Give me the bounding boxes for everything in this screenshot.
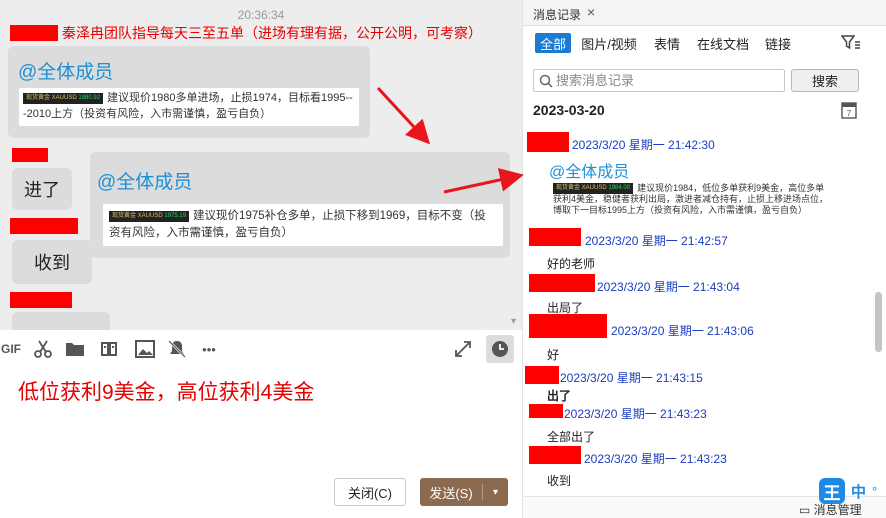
send-button[interactable]: 发送(S) ▾ <box>420 478 508 506</box>
redacted-sender-name <box>529 446 581 464</box>
ticker-price: 1980.92 <box>78 95 101 101</box>
message-input[interactable]: 低位获利9美金，高位获利4美金 <box>18 376 314 406</box>
history-search-field[interactable] <box>533 69 785 92</box>
redacted-sender-name <box>527 132 569 152</box>
history-scrollbar[interactable] <box>875 292 882 352</box>
history-entry-meta: 2023/3/20 星期一 21:43:15 <box>560 371 703 385</box>
search-button[interactable]: 搜索 <box>791 69 859 92</box>
history-date: 2023-03-20 <box>533 102 605 118</box>
history-mention[interactable]: @全体成员 <box>549 158 629 182</box>
signal-card[interactable]: 现货黄金 XAUUSD 1980.92 建议现价1980多单进场，止损1974，目… <box>19 88 359 126</box>
ticker-name: 现货黄金 XAUUSD <box>112 213 163 219</box>
gif-label: GIF <box>1 342 21 356</box>
filter-tab-docs[interactable]: 在线文档 <box>695 33 751 53</box>
redacted-sender-name <box>525 366 559 384</box>
signal-card[interactable]: 现货黄金 XAUUSD 1975.19 建议现价1975补仓多单，止损下移到196… <box>103 204 503 246</box>
redacted-sender-name <box>10 218 78 234</box>
filter-tab-emoji[interactable]: 表情 <box>649 33 685 53</box>
more-label: ••• <box>202 341 216 357</box>
redacted-sender-name <box>10 292 72 308</box>
history-entry-meta: 2023/3/20 星期一 21:42:57 <box>585 234 728 248</box>
redacted-sender-name <box>10 25 58 41</box>
chat-pane: 20:36:34 秦泽冉团队指导每天三至五单（进场有理有据，公开公明，可考察） … <box>0 0 522 518</box>
ime-indicator[interactable]: 王 中 ° <box>819 478 877 504</box>
sticker-icon[interactable] <box>98 338 120 360</box>
message-bubble[interactable]: 收到 <box>12 240 92 284</box>
history-entry-meta: 2023/3/20 星期一 21:43:23 <box>564 407 707 421</box>
message-bubble[interactable]: @全体成员 现货黄金 XAUUSD 1975.19 建议现价1975补仓多单，止损… <box>90 152 510 258</box>
svg-text:7: 7 <box>847 109 852 118</box>
history-entry-meta: 2023/3/20 星期一 21:42:30 <box>572 138 715 152</box>
history-tab[interactable]: 消息记录 × <box>523 0 886 26</box>
message-timestamp: 20:36:34 <box>237 8 285 22</box>
history-tab-title: 消息记录 <box>533 8 582 22</box>
message-manager-label: 消息管理 <box>813 503 862 517</box>
message-bubble[interactable]: 进了 <box>12 168 72 210</box>
history-search-input[interactable] <box>556 72 780 89</box>
ime-extra: ° <box>872 483 878 499</box>
ime-mode: 中 <box>851 483 867 501</box>
message-list[interactable]: 20:36:34 秦泽冉团队指导每天三至五单（进场有理有据，公开公明，可考察） … <box>0 0 522 330</box>
history-entry-text: 全部出了 <box>547 430 596 444</box>
history-entry-text: 收到 <box>547 474 572 488</box>
close-button[interactable]: 关闭(C) <box>334 478 406 506</box>
expand-icon[interactable] <box>452 338 474 360</box>
redacted-sender-name <box>12 148 48 162</box>
filter-tab-links[interactable]: 链接 <box>763 33 793 53</box>
message-bubble-partial[interactable] <box>12 312 110 330</box>
filter-tab-all[interactable]: 全部 <box>535 33 571 53</box>
input-toolbar: GIF ••• <box>0 334 522 366</box>
history-entry-text: 出了 <box>547 389 572 403</box>
more-icon[interactable]: ••• <box>198 338 220 360</box>
ticker-price: 1975.19 <box>164 213 187 219</box>
history-pane: 消息记录 × 全部 图片/视频 表情 在线文档 链接 搜索 2023-03-20… <box>522 0 886 518</box>
ticker-chip: 现货黄金 XAUUSD 1984.00 <box>553 183 634 194</box>
ticker-chip: 现货黄金 XAUUSD 1980.92 <box>23 93 104 104</box>
redacted-sender-name <box>529 274 595 292</box>
history-filter-tabs: 全部 图片/视频 表情 在线文档 链接 <box>523 30 886 56</box>
redacted-sender-name <box>529 314 607 338</box>
ticker-name: 现货黄金 XAUUSD <box>556 185 607 191</box>
ticker-price: 1984.00 <box>608 185 631 191</box>
calendar-icon[interactable]: 7 <box>841 101 857 119</box>
filter-icon[interactable] <box>840 34 861 52</box>
sender-banner: 秦泽冉团队指导每天三至五单（进场有理有据，公开公明，可考察） <box>62 25 482 41</box>
history-entry-meta: 2023/3/20 星期一 21:43:23 <box>584 452 727 466</box>
scissors-icon[interactable] <box>32 338 54 360</box>
history-entry-meta: 2023/3/20 星期一 21:43:06 <box>611 324 754 338</box>
chevron-down-icon[interactable]: ▾ <box>483 487 508 498</box>
history-signal-card[interactable]: 现货黄金 XAUUSD 1984.00 建议现价1984，低位多单获利9美金，高位… <box>553 183 833 216</box>
ticker-name: 现货黄金 XAUUSD <box>26 95 77 101</box>
redacted-sender-name <box>529 228 581 246</box>
chevron-down-icon[interactable]: ▾ <box>511 316 516 327</box>
history-entry-meta: 2023/3/20 星期一 21:43:04 <box>597 280 740 294</box>
search-icon <box>539 74 553 91</box>
filter-tab-media[interactable]: 图片/视频 <box>579 33 639 53</box>
history-entry-text: 好 <box>547 348 560 362</box>
close-icon[interactable]: × <box>587 4 595 20</box>
message-manager-icon: ▭ <box>799 503 814 517</box>
history-clock-icon[interactable] <box>486 335 514 363</box>
app-window: 20:36:34 秦泽冉团队指导每天三至五单（进场有理有据，公开公明，可考察） … <box>0 0 886 518</box>
mention-all[interactable]: @全体成员 <box>18 57 113 84</box>
ime-logo-icon: 王 <box>819 478 845 504</box>
folder-icon[interactable] <box>64 338 86 360</box>
message-bubble[interactable]: @全体成员 现货黄金 XAUUSD 1980.92 建议现价1980多单进场，止损… <box>8 46 370 138</box>
redacted-sender-name <box>529 404 563 418</box>
mention-all[interactable]: @全体成员 <box>97 167 192 194</box>
ticker-chip: 现货黄金 XAUUSD 1975.19 <box>109 211 190 222</box>
gif-icon[interactable]: GIF <box>0 338 22 360</box>
send-label: 发送(S) <box>429 485 473 501</box>
history-entry-text: 好的老师 <box>547 257 596 271</box>
bell-off-icon[interactable] <box>166 338 188 360</box>
image-icon[interactable] <box>134 338 156 360</box>
